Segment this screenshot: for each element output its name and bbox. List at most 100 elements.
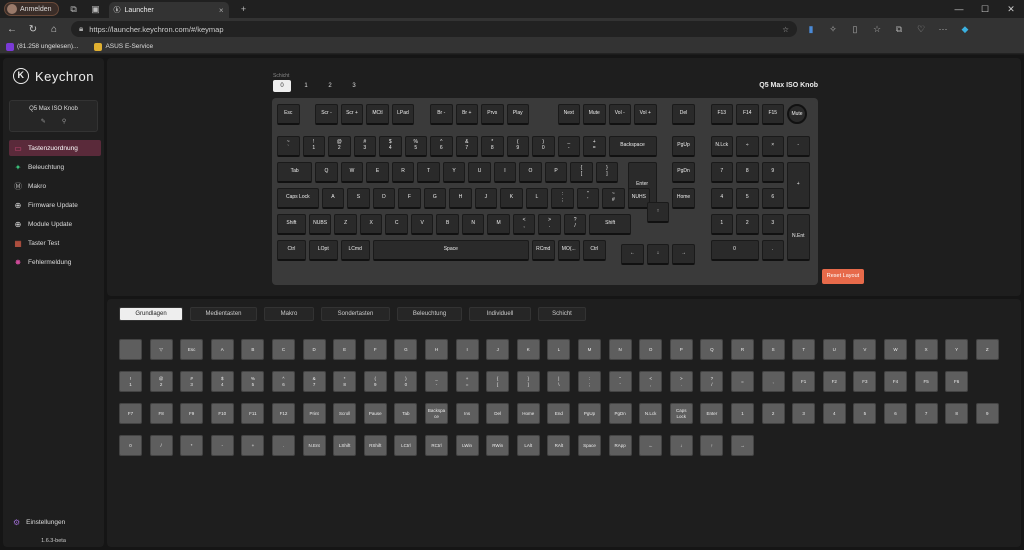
key[interactable]: B <box>436 214 459 235</box>
palette-key[interactable]: = <box>731 371 754 392</box>
palette-key[interactable]: > . <box>669 371 693 392</box>
layer-tab-1[interactable]: 1 <box>297 80 315 92</box>
tab-sondertasten[interactable]: Sondertasten <box>321 307 390 321</box>
sidebar-item-fehlermeldung[interactable]: ✸ Fehlermeldung <box>9 254 101 270</box>
key[interactable]: Tab <box>277 162 313 183</box>
layer-tab-3[interactable]: 3 <box>345 80 363 92</box>
palette-key[interactable]: O <box>639 339 663 360</box>
key[interactable]: D <box>372 188 396 209</box>
reset-layout-button[interactable]: Reset Layout <box>822 269 864 284</box>
palette-key[interactable]: N.Lck <box>639 403 663 424</box>
key[interactable]: - <box>787 136 810 157</box>
copilot-icon[interactable]: ◆ <box>957 24 973 35</box>
palette-key[interactable]: H <box>425 339 448 360</box>
palette-key[interactable]: 0 <box>119 435 142 456</box>
palette-key[interactable]: A <box>210 339 234 360</box>
key[interactable]: 2 <box>736 214 759 235</box>
key[interactable]: Scr - <box>315 104 338 125</box>
palette-key[interactable]: E <box>333 339 357 360</box>
palette-key[interactable]: N <box>608 339 632 360</box>
favorites-icon[interactable]: ☆ <box>869 24 885 35</box>
palette-key[interactable]: End <box>547 403 571 424</box>
close-window-icon[interactable]: ✕ <box>998 4 1024 15</box>
palette-key[interactable]: J <box>486 339 510 360</box>
key[interactable]: Shift <box>277 214 306 235</box>
key[interactable]: ^ 6 <box>430 136 453 157</box>
palette-key[interactable]: L <box>547 339 571 360</box>
palette-key[interactable]: " ' <box>608 371 632 392</box>
palette-key[interactable]: 7 <box>914 403 938 424</box>
palette-key[interactable]: Esc <box>180 339 204 360</box>
link-icon[interactable]: ⚲ <box>62 119 82 125</box>
key[interactable]: PgDn <box>672 162 695 183</box>
layer-tab-0[interactable]: 0 <box>273 80 291 92</box>
key[interactable]: F14 <box>736 104 759 125</box>
key[interactable]: Y <box>442 162 466 183</box>
palette-key[interactable]: F2 <box>822 371 846 392</box>
key[interactable]: T <box>417 162 440 183</box>
palette-key[interactable]: T <box>792 339 816 360</box>
extension-puzzle-icon[interactable]: ✧ <box>825 24 841 35</box>
palette-key[interactable]: 5 <box>853 403 877 424</box>
palette-key[interactable]: Tab <box>394 403 418 424</box>
palette-key[interactable]: Pause <box>363 403 387 424</box>
palette-key[interactable]: F5 <box>914 371 938 392</box>
key[interactable]: × <box>761 136 784 157</box>
palette-key[interactable]: → <box>731 435 754 456</box>
palette-key[interactable]: LAlt <box>516 435 540 456</box>
palette-key[interactable]: P <box>669 339 693 360</box>
key[interactable]: M <box>487 214 510 235</box>
tab-medientasten[interactable]: Medientasten <box>190 307 257 321</box>
palette-key[interactable]: F8 <box>149 403 173 424</box>
sidebar-item-taster-test[interactable]: ▦ Taster Test <box>9 235 101 251</box>
tab-schicht[interactable]: Schicht <box>538 307 586 321</box>
key[interactable]: % 5 <box>404 136 427 157</box>
palette-key[interactable]: LWin <box>455 435 479 456</box>
key[interactable]: LOpt <box>308 240 338 261</box>
key[interactable]: # 3 <box>353 136 376 157</box>
palette-key[interactable]: F4 <box>884 371 907 392</box>
palette-key[interactable]: - <box>210 435 234 456</box>
palette-key[interactable]: M <box>578 339 601 360</box>
key[interactable]: Esc <box>277 104 300 125</box>
key[interactable]: ~ # <box>602 188 625 209</box>
palette-key[interactable]: Backspa ce <box>425 403 448 424</box>
key[interactable]: _ - <box>557 136 580 157</box>
minimize-icon[interactable]: — <box>946 4 972 15</box>
palette-key[interactable]: LCtrl <box>394 435 418 456</box>
palette-key[interactable]: Home <box>516 403 540 424</box>
tab-grundlagen[interactable]: Grundlagen <box>119 307 183 321</box>
key[interactable]: Scr + <box>340 104 364 125</box>
tab-makro[interactable]: Makro <box>264 307 314 321</box>
sidebar-item-firmware-update[interactable]: ⊕ Firmware Update <box>9 197 101 213</box>
key[interactable]: U <box>468 162 491 183</box>
palette-key[interactable]: ( 9 <box>363 371 387 392</box>
key[interactable]: 0 <box>710 240 759 261</box>
palette-key[interactable]: Scroll <box>333 403 357 424</box>
palette-key[interactable]: B <box>241 339 265 360</box>
key[interactable]: MO(... <box>557 240 580 261</box>
sidebar-item-settings[interactable]: ⚙ Einstellungen <box>13 518 65 527</box>
browser-tab[interactable]: ⓚ Launcher × <box>108 2 229 18</box>
palette-key[interactable]: ← <box>639 435 663 456</box>
back-icon[interactable]: ← <box>3 24 21 35</box>
palette-key[interactable]: F6 <box>945 371 969 392</box>
key[interactable]: 8 <box>736 162 759 183</box>
palette-key[interactable]: S <box>761 339 785 360</box>
key[interactable]: K <box>500 188 523 209</box>
palette-key[interactable]: : ; <box>578 371 601 392</box>
palette-key[interactable]: _ - <box>425 371 448 392</box>
key[interactable]: Caps Lock <box>277 188 319 209</box>
key[interactable]: Ctrl <box>277 240 306 261</box>
extension-icon[interactable]: ▮ <box>803 24 819 35</box>
palette-key[interactable]: F9 <box>180 403 204 424</box>
palette-key[interactable]: } ] <box>516 371 540 392</box>
palette-key[interactable]: F10 <box>210 403 234 424</box>
key[interactable]: $ 4 <box>379 136 402 157</box>
palette-key[interactable]: V <box>853 339 877 360</box>
key[interactable]: A <box>321 188 345 209</box>
key[interactable]: & 7 <box>455 136 478 157</box>
palette-key[interactable]: ↑ <box>700 435 724 456</box>
key[interactable]: < , <box>512 214 536 235</box>
collections-icon[interactable]: ⧉ <box>891 24 907 35</box>
